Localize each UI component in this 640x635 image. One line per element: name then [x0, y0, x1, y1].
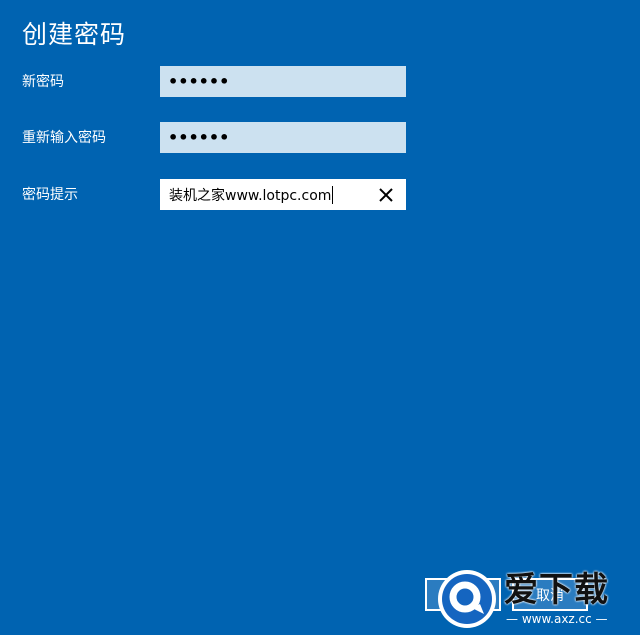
page-title: 创建密码: [22, 20, 127, 49]
watermark: 爱下载 — www.axz.cc —: [430, 566, 640, 635]
confirm-password-row: 重新输入密码 ••••••: [0, 122, 640, 154]
confirm-password-value: ••••••: [168, 128, 230, 147]
text-caret: [332, 185, 334, 204]
close-icon[interactable]: [377, 186, 395, 204]
password-hint-label: 密码提示: [22, 187, 78, 203]
new-password-label: 新密码: [22, 74, 64, 90]
new-password-field[interactable]: ••••••: [160, 66, 406, 97]
new-password-value: ••••••: [168, 72, 230, 91]
watermark-brand: 爱下载: [504, 570, 609, 610]
new-password-row: 新密码 ••••••: [0, 66, 640, 98]
watermark-url: — www.axz.cc —: [506, 612, 608, 626]
confirm-password-label: 重新输入密码: [22, 130, 106, 146]
password-hint-field[interactable]: 装机之家www.lotpc.com: [160, 179, 406, 210]
password-hint-row: 密码提示 装机之家www.lotpc.com: [0, 179, 640, 211]
watermark-logo-icon: [436, 568, 498, 630]
confirm-password-field[interactable]: ••••••: [160, 122, 406, 153]
password-hint-value: 装机之家www.lotpc.com: [169, 187, 332, 204]
